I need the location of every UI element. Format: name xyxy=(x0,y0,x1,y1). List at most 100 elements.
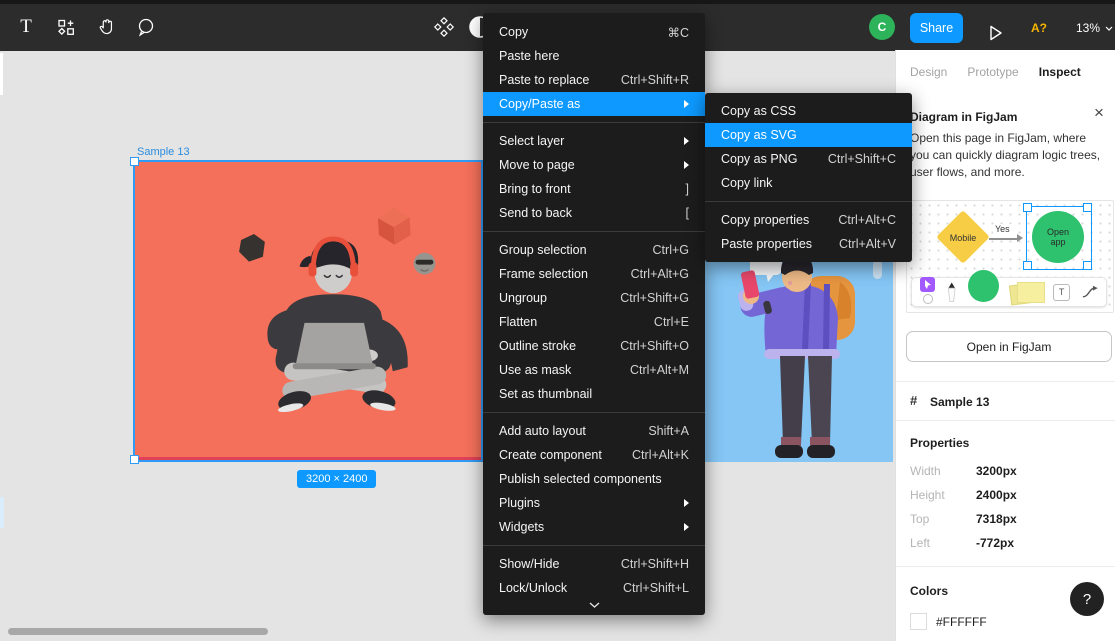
menu-item-paste-here[interactable]: Paste here xyxy=(483,44,705,68)
menu-item-label: Widgets xyxy=(499,520,544,534)
menu-item-show-hide[interactable]: Show/HideCtrl+Shift+H xyxy=(483,552,705,576)
frame-hash-icon: # xyxy=(910,393,917,408)
menu-item-label: Copy/Paste as xyxy=(499,97,580,111)
menu-item-paste-to-replace[interactable]: Paste to replaceCtrl+Shift+R xyxy=(483,68,705,92)
menu-item-shortcut: ⌘C xyxy=(667,25,689,40)
panel-divider xyxy=(896,566,1115,567)
panel-tabs: Design Prototype Inspect xyxy=(910,65,1081,79)
menu-item-copy-properties[interactable]: Copy propertiesCtrl+Alt+C xyxy=(705,208,912,232)
menu-item-label: Copy as SVG xyxy=(721,128,797,142)
hand-tool-button[interactable] xyxy=(88,9,124,45)
figjam-toolbar-strip: T xyxy=(911,277,1107,307)
submenu-arrow-icon xyxy=(684,137,689,145)
menu-item-outline-stroke[interactable]: Outline strokeCtrl+Shift+O xyxy=(483,334,705,358)
menu-item-label: Paste properties xyxy=(721,237,812,251)
menu-item-lock-unlock[interactable]: Lock/Unlock Ctrl+Shift+L xyxy=(483,576,705,600)
a11y-check-button[interactable]: A? xyxy=(1031,21,1047,35)
menu-item-label: Lock/Unlock xyxy=(499,581,567,595)
tab-prototype[interactable]: Prototype xyxy=(967,65,1018,79)
menu-item-publish-selected-components[interactable]: Publish selected components xyxy=(483,467,705,491)
menu-item-copy-link[interactable]: Copy link xyxy=(705,171,912,195)
menu-item-shortcut: [ xyxy=(686,206,689,220)
comment-tool-button[interactable] xyxy=(128,9,164,45)
text-tool-button[interactable]: T xyxy=(8,9,44,45)
figjam-connector-arrowhead xyxy=(1017,234,1023,242)
sitting-character-illustration xyxy=(135,162,481,460)
menu-item-label: Copy xyxy=(499,25,528,39)
zoom-menu-button[interactable]: 13% xyxy=(1076,21,1113,35)
text-shape-icon: T xyxy=(1053,284,1069,301)
menu-item-send-to-back[interactable]: Send to back[ xyxy=(483,201,705,225)
figjam-handle xyxy=(1083,203,1092,212)
user-avatar[interactable]: C xyxy=(869,14,895,40)
tab-inspect[interactable]: Inspect xyxy=(1039,65,1081,79)
menu-item-frame-selection[interactable]: Frame selectionCtrl+Alt+G xyxy=(483,262,705,286)
menu-item-paste-properties[interactable]: Paste propertiesCtrl+Alt+V xyxy=(705,232,912,256)
horizontal-scrollbar[interactable] xyxy=(8,628,268,635)
inspect-panel: Design Prototype Inspect Diagram in FigJ… xyxy=(895,50,1115,641)
frame-sample-13[interactable] xyxy=(133,160,483,462)
figjam-preview-image: Mobile Yes Open app T xyxy=(906,200,1114,313)
selection-handle-bottom-left[interactable] xyxy=(130,455,139,464)
menu-item-shortcut: Shift+A xyxy=(648,424,689,438)
selection-handle-top-left[interactable] xyxy=(130,157,139,166)
green-circle-shape xyxy=(968,270,999,302)
color-swatch-white[interactable] xyxy=(910,613,927,630)
menu-separator xyxy=(705,201,912,202)
menu-item-shortcut: Ctrl+Alt+M xyxy=(630,363,689,377)
figjam-circle-node: Open app xyxy=(1032,211,1084,263)
property-label: Top xyxy=(910,512,929,526)
close-icon[interactable]: × xyxy=(1089,103,1109,123)
help-button[interactable]: ? xyxy=(1070,582,1104,616)
canvas-left-marker xyxy=(0,497,4,528)
selection-size-badge: 3200 × 2400 xyxy=(297,470,376,488)
resources-tool-button[interactable] xyxy=(48,9,84,45)
menu-item-widgets[interactable]: Widgets xyxy=(483,515,705,539)
canvas-edge-strip xyxy=(0,53,3,95)
menu-item-copy-paste-as[interactable]: Copy/Paste as xyxy=(483,92,705,116)
menu-item-ungroup[interactable]: UngroupCtrl+Shift+G xyxy=(483,286,705,310)
present-button[interactable] xyxy=(978,15,1014,51)
menu-item-set-as-thumbnail[interactable]: Set as thumbnail xyxy=(483,382,705,406)
open-in-figjam-button[interactable]: Open in FigJam xyxy=(906,331,1112,362)
menu-item-select-layer[interactable]: Select layer xyxy=(483,129,705,153)
menu-item-label: Create component xyxy=(499,448,602,462)
share-button[interactable]: Share xyxy=(910,13,963,43)
text-tool-icon: T xyxy=(20,16,32,38)
menu-item-flatten[interactable]: FlattenCtrl+E xyxy=(483,310,705,334)
figjam-card-description: Open this page in FigJam, where you can … xyxy=(910,130,1108,181)
menu-item-label: Plugins xyxy=(499,496,540,510)
figjam-handle xyxy=(1083,261,1092,270)
menu-item-label: Move to page xyxy=(499,158,575,172)
sticky-notes-icon xyxy=(1010,281,1042,303)
selection-title: Sample 13 xyxy=(930,395,989,409)
property-value: 3200px xyxy=(976,464,1017,478)
menu-item-create-component[interactable]: Create componentCtrl+Alt+K xyxy=(483,443,705,467)
menu-item-use-as-mask[interactable]: Use as maskCtrl+Alt+M xyxy=(483,358,705,382)
menu-item-move-to-page[interactable]: Move to page xyxy=(483,153,705,177)
submenu-arrow-icon xyxy=(684,523,689,531)
menu-item-copy-as-css[interactable]: Copy as CSS xyxy=(705,99,912,123)
menu-item-shortcut: Ctrl+Shift+L xyxy=(623,581,689,595)
window-edge xyxy=(0,0,1115,4)
frame-name-label[interactable]: Sample 13 xyxy=(137,146,190,158)
menu-item-add-auto-layout[interactable]: Add auto layoutShift+A xyxy=(483,419,705,443)
property-label: Width xyxy=(910,464,941,478)
property-value: 2400px xyxy=(976,488,1017,502)
context-menu: Copy ⌘C Paste here Paste to replaceCtrl+S… xyxy=(483,13,705,615)
menu-item-copy-as-png[interactable]: Copy as PNGCtrl+Shift+C xyxy=(705,147,912,171)
menu-item-group-selection[interactable]: Group selectionCtrl+G xyxy=(483,238,705,262)
menu-item-plugins[interactable]: Plugins xyxy=(483,491,705,515)
property-label: Height xyxy=(910,488,945,502)
play-icon xyxy=(989,25,1003,41)
menu-item-bring-to-front[interactable]: Bring to front] xyxy=(483,177,705,201)
menu-scroll-more[interactable] xyxy=(483,600,705,608)
copy-paste-as-submenu: Copy as CSS Copy as SVG Copy as PNGCtrl+… xyxy=(705,93,912,262)
figjam-button[interactable] xyxy=(426,9,462,45)
property-value: 7318px xyxy=(976,512,1017,526)
property-value: -772px xyxy=(976,536,1014,550)
menu-item-label: Outline stroke xyxy=(499,339,576,353)
menu-item-copy[interactable]: Copy ⌘C xyxy=(483,20,705,44)
tab-design[interactable]: Design xyxy=(910,65,947,79)
menu-item-copy-as-svg[interactable]: Copy as SVG xyxy=(705,123,912,147)
